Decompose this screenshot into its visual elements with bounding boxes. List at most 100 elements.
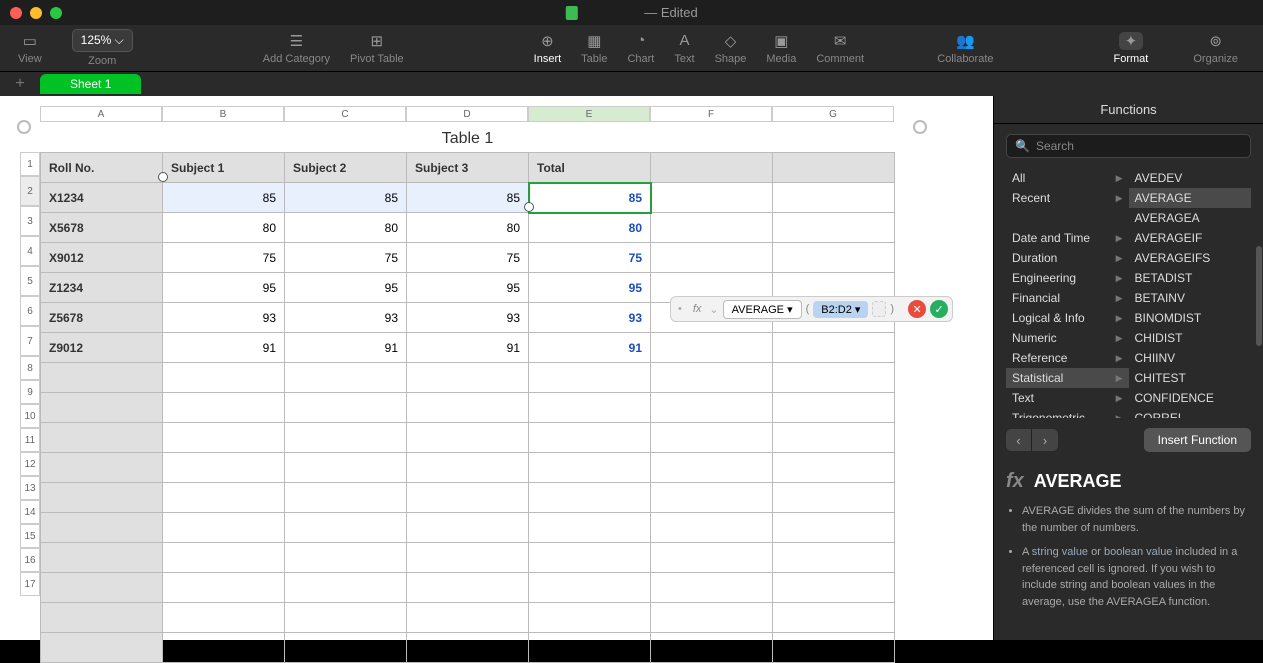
cell[interactable]: 80 bbox=[407, 213, 529, 243]
formula-arg-slot[interactable] bbox=[872, 301, 886, 317]
cell[interactable] bbox=[285, 363, 407, 393]
cell[interactable]: Z5678 bbox=[41, 303, 163, 333]
close-window[interactable] bbox=[10, 7, 22, 19]
cell[interactable] bbox=[407, 453, 529, 483]
row-header-2[interactable]: 2 bbox=[20, 176, 40, 206]
cell[interactable] bbox=[41, 483, 163, 513]
cell[interactable] bbox=[773, 603, 895, 633]
cell[interactable] bbox=[41, 603, 163, 633]
cell[interactable] bbox=[163, 423, 285, 453]
row-header-10[interactable]: 10 bbox=[20, 404, 40, 428]
cell[interactable] bbox=[651, 213, 773, 243]
cell[interactable]: 93 bbox=[407, 303, 529, 333]
cell[interactable] bbox=[773, 243, 895, 273]
cell[interactable] bbox=[529, 483, 651, 513]
cell[interactable]: 80 bbox=[529, 213, 651, 243]
cell[interactable] bbox=[407, 363, 529, 393]
cell[interactable]: 93 bbox=[285, 303, 407, 333]
cell[interactable] bbox=[163, 363, 285, 393]
cell[interactable]: 85 bbox=[407, 183, 529, 213]
col-header-f[interactable]: F bbox=[650, 106, 772, 122]
cell[interactable]: X9012 bbox=[41, 243, 163, 273]
cell[interactable] bbox=[41, 513, 163, 543]
cell[interactable] bbox=[773, 393, 895, 423]
cell[interactable] bbox=[407, 633, 529, 663]
function-item[interactable]: AVERAGEIFS bbox=[1129, 248, 1252, 268]
cell[interactable]: 95 bbox=[285, 273, 407, 303]
row-header-14[interactable]: 14 bbox=[20, 500, 40, 524]
cell[interactable] bbox=[163, 483, 285, 513]
col-header-g[interactable]: G bbox=[772, 106, 894, 122]
category-list[interactable]: All▶Recent▶ Date and Time▶Duration▶Engin… bbox=[1006, 168, 1129, 418]
cell[interactable]: 75 bbox=[163, 243, 285, 273]
row-header-17[interactable]: 17 bbox=[20, 572, 40, 596]
cell[interactable] bbox=[773, 543, 895, 573]
format-button[interactable]: ✦ Format bbox=[1104, 32, 1159, 65]
cell[interactable] bbox=[651, 423, 773, 453]
cell[interactable]: 91 bbox=[407, 333, 529, 363]
cell[interactable] bbox=[529, 543, 651, 573]
cell[interactable] bbox=[529, 363, 651, 393]
cell[interactable] bbox=[529, 393, 651, 423]
category-item[interactable]: Numeric▶ bbox=[1006, 328, 1129, 348]
category-item[interactable]: Recent▶ bbox=[1006, 188, 1129, 208]
category-item[interactable]: Text▶ bbox=[1006, 388, 1129, 408]
cell[interactable] bbox=[651, 243, 773, 273]
cell[interactable] bbox=[651, 333, 773, 363]
cell[interactable] bbox=[651, 543, 773, 573]
row-header-7[interactable]: 7 bbox=[20, 326, 40, 356]
category-item[interactable]: Logical & Info▶ bbox=[1006, 308, 1129, 328]
cell[interactable] bbox=[651, 363, 773, 393]
cell[interactable] bbox=[773, 213, 895, 243]
cell[interactable]: 93 bbox=[529, 303, 651, 333]
cell[interactable] bbox=[651, 513, 773, 543]
add-category-button[interactable]: ☰ Add Category bbox=[253, 32, 340, 65]
cell[interactable] bbox=[41, 453, 163, 483]
cell[interactable] bbox=[529, 453, 651, 483]
function-item[interactable]: CHIINV bbox=[1129, 348, 1252, 368]
cell[interactable] bbox=[651, 453, 773, 483]
cell[interactable] bbox=[285, 633, 407, 663]
category-item[interactable]: All▶ bbox=[1006, 168, 1129, 188]
cell[interactable] bbox=[163, 393, 285, 423]
sheet-area[interactable]: A B C D E F G Table 1 1 2 3 4 5 6 bbox=[0, 96, 993, 640]
nav-forward-button[interactable]: › bbox=[1032, 429, 1058, 451]
function-item[interactable]: AVEDEV bbox=[1129, 168, 1252, 188]
cell[interactable] bbox=[529, 423, 651, 453]
col-header-b[interactable]: B bbox=[162, 106, 284, 122]
cell[interactable]: X1234 bbox=[41, 183, 163, 213]
cell[interactable]: Z1234 bbox=[41, 273, 163, 303]
cell[interactable] bbox=[529, 603, 651, 633]
row-header-13[interactable]: 13 bbox=[20, 476, 40, 500]
header-f[interactable] bbox=[651, 153, 773, 183]
cell[interactable] bbox=[773, 453, 895, 483]
function-item[interactable]: BETADIST bbox=[1129, 268, 1252, 288]
cell[interactable] bbox=[285, 573, 407, 603]
cell[interactable]: 93 bbox=[163, 303, 285, 333]
header-s3[interactable]: Subject 3 bbox=[407, 153, 529, 183]
cell[interactable] bbox=[651, 183, 773, 213]
function-item[interactable]: CORREL bbox=[1129, 408, 1252, 418]
row-header-12[interactable]: 12 bbox=[20, 452, 40, 476]
cell[interactable] bbox=[285, 393, 407, 423]
header-roll[interactable]: Roll No. bbox=[41, 153, 163, 183]
function-item[interactable]: BINOMDIST bbox=[1129, 308, 1252, 328]
header-s2[interactable]: Subject 2 bbox=[285, 153, 407, 183]
category-item[interactable]: Date and Time▶ bbox=[1006, 228, 1129, 248]
cell[interactable] bbox=[651, 573, 773, 603]
function-item[interactable]: CHITEST bbox=[1129, 368, 1252, 388]
row-header-11[interactable]: 11 bbox=[20, 428, 40, 452]
comment-button[interactable]: ✉ Comment bbox=[806, 32, 874, 65]
cell[interactable] bbox=[285, 603, 407, 633]
cell[interactable] bbox=[651, 603, 773, 633]
cell[interactable] bbox=[773, 423, 895, 453]
cell[interactable]: 75 bbox=[529, 243, 651, 273]
table-handle-right[interactable] bbox=[913, 120, 927, 134]
cell[interactable] bbox=[773, 183, 895, 213]
cell[interactable]: 91 bbox=[285, 333, 407, 363]
row-header-3[interactable]: 3 bbox=[20, 206, 40, 236]
header-g[interactable] bbox=[773, 153, 895, 183]
pivot-table-button[interactable]: ⊞ Pivot Table bbox=[340, 32, 414, 65]
category-item[interactable]: Financial▶ bbox=[1006, 288, 1129, 308]
row-header-9[interactable]: 9 bbox=[20, 380, 40, 404]
